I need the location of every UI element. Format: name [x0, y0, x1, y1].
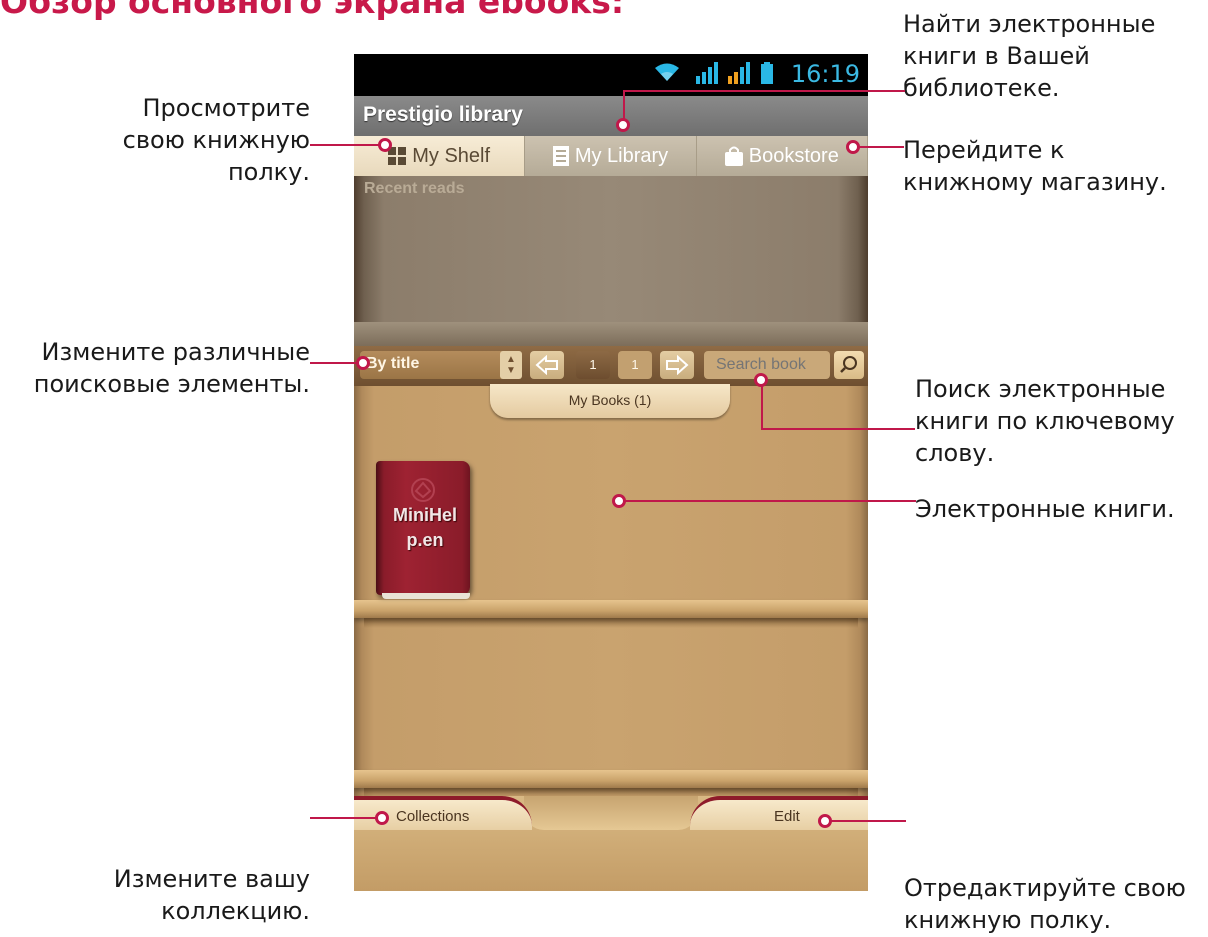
edit-button-label: Edit: [774, 808, 800, 825]
battery-icon: [761, 62, 773, 89]
callout-collection: Измените вашу коллекцию.: [113, 865, 310, 925]
title-bar: Prestigio library: [354, 96, 868, 136]
leader-line: [310, 362, 362, 364]
app-title: Prestigio library: [363, 103, 523, 126]
sort-dropdown-value: By title: [366, 355, 420, 372]
callout-dot: [616, 118, 630, 132]
bookshelf: Recent reads By title ▲ ▼ 1 1 Search boo…: [354, 176, 868, 891]
book-title: MiniHel p.en: [392, 505, 457, 550]
callout-dot: [818, 814, 832, 828]
collection-label: My Books (1): [568, 392, 652, 408]
recent-reads-shelf: Recent reads: [354, 176, 868, 346]
current-page[interactable]: 1: [576, 351, 610, 379]
callout-dot: [356, 356, 370, 370]
phone-screen: 16:19 Prestigio library My Shelf My Libr…: [354, 54, 868, 891]
callout-dot: [378, 138, 392, 152]
callout-ebooks: Электронные книги.: [915, 495, 1175, 523]
callout-library: Найти электронные книги в Вашей библиоте…: [903, 10, 1156, 102]
search-button[interactable]: [834, 351, 864, 379]
leader-line: [310, 817, 378, 819]
leader-line: [761, 428, 915, 430]
collection-tab[interactable]: My Books (1): [490, 384, 730, 418]
collections-button-label: Collections: [396, 808, 470, 825]
callout-dot: [754, 373, 768, 387]
filter-bar: By title ▲ ▼ 1 1: [354, 346, 868, 386]
edit-button[interactable]: Edit: [690, 796, 868, 830]
grid-icon: [388, 147, 407, 165]
tab-bookstore[interactable]: Bookstore: [696, 136, 868, 176]
leader-line: [761, 380, 763, 430]
tab-my-library-label: My Library: [574, 144, 669, 167]
status-time: 16:19: [790, 60, 860, 88]
recent-reads-label: Recent reads: [364, 180, 465, 197]
sort-dropdown[interactable]: By title: [360, 351, 522, 379]
callout-filters: Измените различные поисковые элементы.: [33, 338, 310, 398]
tab-my-shelf-label: My Shelf: [412, 144, 491, 167]
total-pages: 1: [618, 351, 652, 379]
callout-bookstore: Перейдите к книжному магазину.: [903, 136, 1167, 196]
leader-line: [620, 500, 916, 502]
tab-bar: My Shelf My Library Bookstore: [354, 136, 868, 176]
signal-icon: [696, 62, 722, 89]
callout-dot: [375, 811, 389, 825]
callout-dot: [846, 140, 860, 154]
list-icon: [552, 146, 569, 166]
callout-search: Поиск электронные книги по ключевому сло…: [915, 375, 1175, 467]
callout-edit: Отредактируйте свою книжную полку.: [904, 874, 1186, 934]
callout-shelf: Просмотрите свою книжную полку.: [122, 94, 310, 186]
book-pages: [382, 593, 470, 599]
prev-page-button[interactable]: [530, 351, 564, 379]
next-page-button[interactable]: [660, 351, 694, 379]
book-item[interactable]: MiniHel p.en: [376, 461, 470, 599]
document-heading: Обзор основного экрана ebooks:: [0, 0, 625, 21]
search-icon: [834, 356, 864, 383]
signal-icon: [728, 62, 756, 89]
leader-line: [828, 820, 906, 822]
search-input[interactable]: [704, 351, 830, 379]
leader-line: [623, 90, 905, 92]
bottom-notch: [524, 796, 698, 830]
tab-my-library[interactable]: My Library: [525, 136, 697, 176]
callout-dot: [612, 494, 626, 508]
recent-shelf-board: [354, 322, 868, 346]
leader-line: [854, 146, 904, 148]
shelf-board: [354, 770, 868, 788]
leader-line: [310, 144, 384, 146]
sort-arrows-icon[interactable]: ▲ ▼: [500, 351, 522, 379]
shopping-bag-icon: [724, 146, 743, 166]
shelf-board: [354, 600, 868, 618]
wifi-icon: [654, 62, 680, 87]
tab-bookstore-label: Bookstore: [748, 144, 839, 167]
shelf-shadow: [364, 618, 858, 628]
